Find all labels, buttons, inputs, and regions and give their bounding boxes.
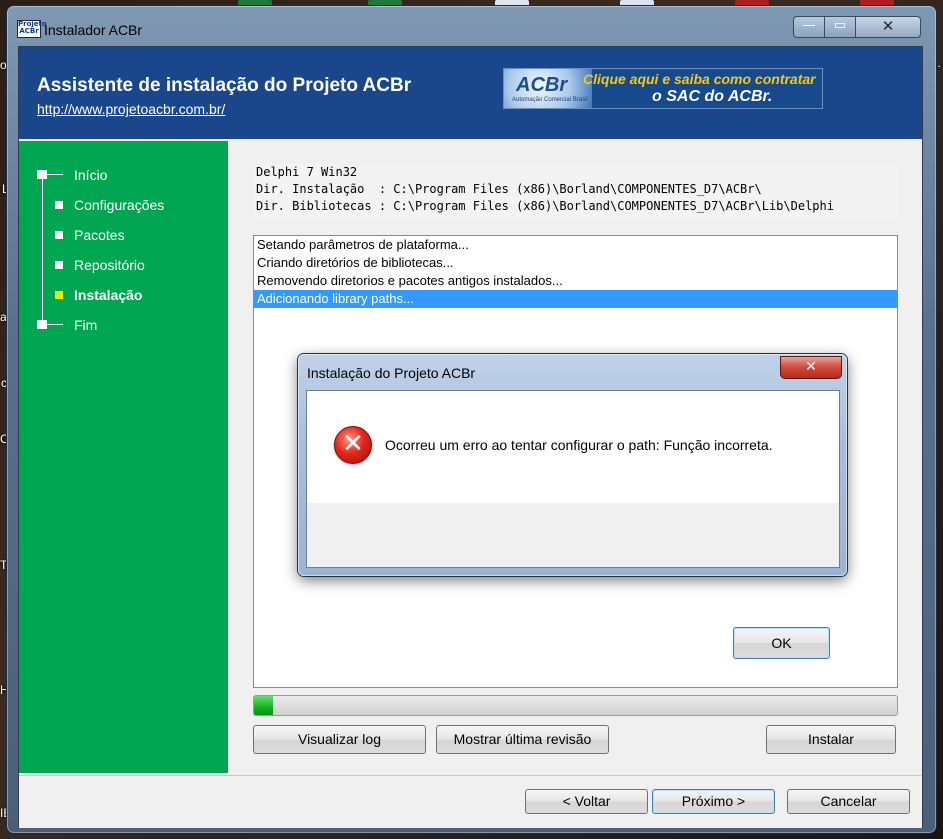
window-titlebar[interactable]: Projeto ACBr Instalador ACBr — ▭ ✕ (7, 6, 936, 46)
view-log-button[interactable]: Visualizar log (253, 725, 426, 754)
step-marker (55, 231, 63, 239)
banner-logo-subtitle: Automação Comercial Brasil (512, 97, 588, 103)
install-info: Delphi 7 Win32 Dir. Instalação : C:\Progr… (253, 164, 899, 220)
step-marker (37, 170, 47, 179)
step-label: Início (74, 167, 108, 183)
error-message: Ocorreu um erro ao tentar configurar o p… (385, 437, 773, 453)
wizard-footer: < Voltar Próximo > Cancelar (19, 775, 922, 828)
step-marker (37, 320, 47, 329)
show-revision-button[interactable]: Mostrar última revisão (436, 725, 609, 754)
acbr-logo-icon: ACBr Automação Comercial Brasil (504, 69, 592, 108)
error-dialog: Instalação do Projeto ACBr ✕ ✕ Ocorreu u… (298, 354, 847, 659)
dialog-close-button[interactable]: ✕ (780, 356, 842, 379)
window-title: Instalador ACBr (44, 22, 143, 38)
header: Assistente de instalação do Projeto ACBr… (19, 47, 922, 139)
cancel-button[interactable]: Cancelar (787, 789, 910, 814)
wizard-title: Assistente de instalação do Projeto ACBr (37, 75, 412, 96)
install-button[interactable]: Instalar (766, 725, 896, 754)
banner-line-2: o SAC do ACBr. (652, 88, 773, 105)
banner-line-1: Clique aqui e saiba como contratar (583, 71, 816, 87)
step-label: Repositório (74, 257, 145, 273)
info-line: Dir. Instalação : C:\Program Files (x86)… (256, 182, 762, 196)
error-icon: ✕ (334, 426, 372, 464)
progress-bar (253, 695, 898, 716)
maximize-button[interactable]: ▭ (824, 16, 856, 38)
sac-banner[interactable]: ACBr Automação Comercial Brasil Clique a… (503, 68, 823, 109)
info-line: Dir. Bibliotecas : C:\Program Files (x86… (256, 199, 834, 213)
info-line: Delphi 7 Win32 (256, 165, 358, 179)
log-item[interactable]: Criando diretórios de bibliotecas... (254, 254, 897, 272)
project-link[interactable]: http://www.projetoacbr.com.br/ (37, 101, 225, 117)
steps-panel: Início Configurações Pacotes Repositório… (19, 141, 228, 773)
app-logo-icon: Projeto ACBr (17, 20, 47, 38)
dialog-body: ✕ Ocorreu um erro ao tentar configurar o… (306, 390, 840, 659)
ok-button[interactable]: OK (733, 627, 830, 659)
minimize-button[interactable]: — (793, 16, 825, 38)
step-label: Fim (74, 317, 98, 333)
step-marker (55, 261, 63, 269)
log-item[interactable]: Setando parâmetros de plataforma... (254, 236, 897, 254)
close-button[interactable]: ✕ (855, 16, 921, 38)
back-button[interactable]: < Voltar (525, 789, 648, 814)
log-item[interactable]: Removendo diretorios e pacotes antigos i… (254, 272, 897, 290)
dialog-title: Instalação do Projeto ACBr (307, 365, 476, 381)
progress-fill (254, 696, 274, 715)
step-label: Instalação (74, 287, 143, 303)
banner-logo-text: ACBr (516, 74, 568, 96)
log-item-selected[interactable]: Adicionando library paths... (254, 290, 897, 308)
steps-connector (42, 175, 43, 325)
dialog-button-area: OK (307, 503, 839, 659)
step-label: Configurações (74, 197, 165, 213)
step-label: Pacotes (74, 227, 125, 243)
next-button[interactable]: Próximo > (652, 789, 775, 814)
step-marker (55, 291, 63, 299)
step-marker (55, 201, 63, 209)
